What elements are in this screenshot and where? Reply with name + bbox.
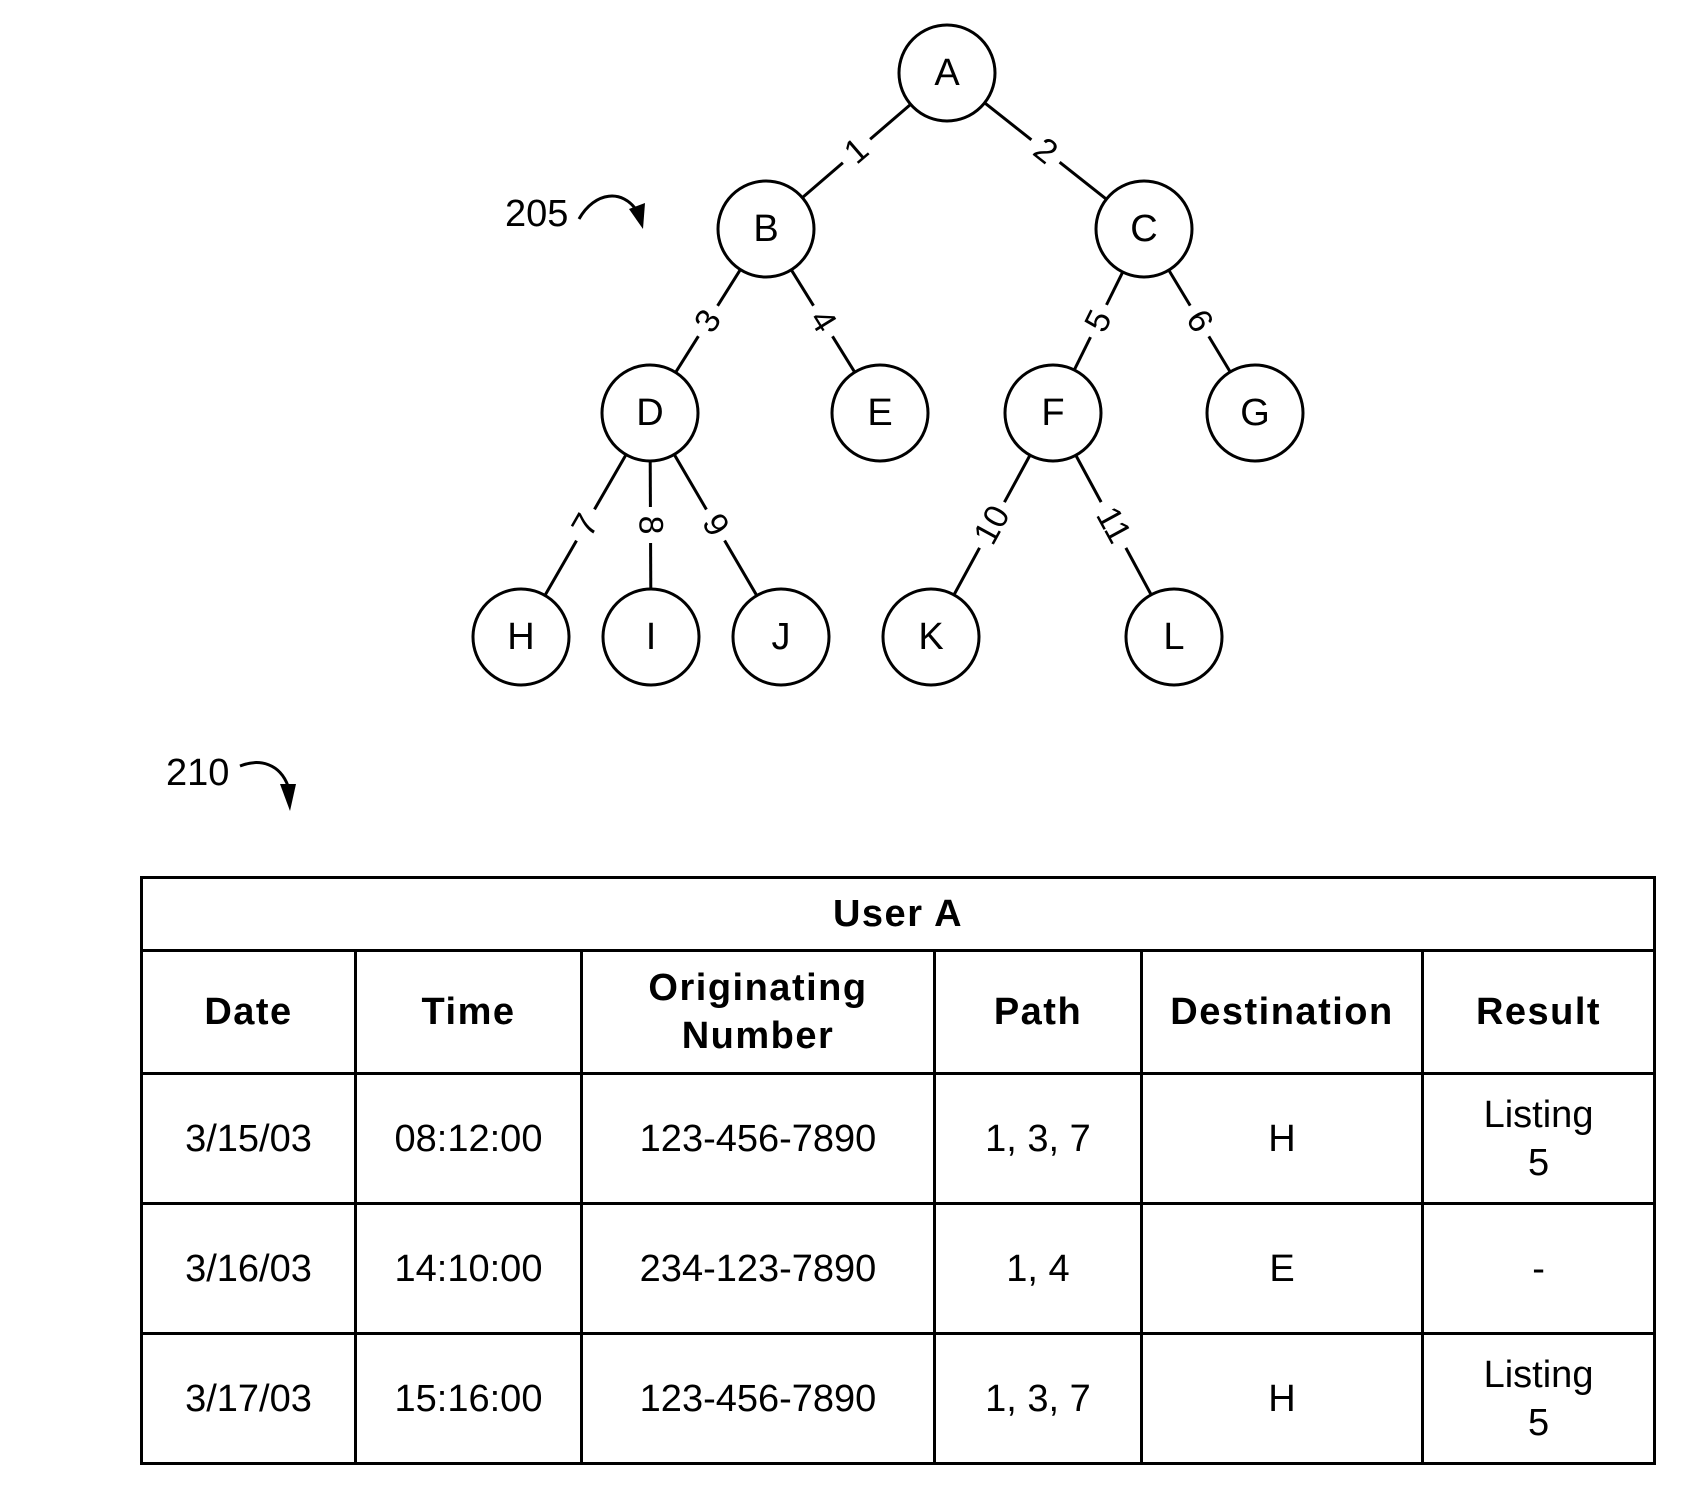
tree-node-label: K [918,616,943,658]
cell-result: Listing 5 [1420,1072,1657,1205]
tree-node-label: F [1041,392,1064,434]
cell-originating-number: 123-456-7890 [580,1332,936,1465]
table-title-row: User A [139,876,1657,952]
tree-edge-line [983,101,1033,142]
tree-node-label: C [1130,208,1157,250]
tree-edge: 1 [801,103,912,199]
tree-node-label: H [507,616,534,658]
tree-edge-line [1074,454,1103,503]
tree-edge-line [952,547,981,596]
tree-edge-line [1003,454,1032,503]
header-date: Date [140,949,357,1075]
tree-edge: 6 [1167,269,1232,373]
tree-node-l: L [1124,587,1224,687]
tree-edge-line [1207,335,1232,373]
cell-destination: H [1140,1332,1424,1465]
cell-time: 15:16:00 [354,1332,583,1465]
cell-time: 14:10:00 [354,1202,583,1335]
tree-node-j: J [731,587,831,687]
tree-edge-label: 7 [564,507,606,542]
cell-date: 3/15/03 [140,1072,357,1205]
tree-edge-line [869,103,912,141]
cell-path: 1, 3, 7 [933,1072,1143,1205]
tree-edge: 4 [790,269,856,373]
header-result: Result [1420,949,1657,1075]
tree-node-label: D [636,392,663,434]
tree-edge: 8 [631,460,670,590]
tree-node-label: I [646,616,657,658]
tree-edge-label: 2 [1026,130,1064,172]
tree-node-label: L [1163,616,1184,658]
tree-node-d: D [600,363,700,463]
tree-edge-line [1058,160,1108,201]
cell-path: 1, 4 [933,1202,1143,1335]
tree-edge: 3 [674,268,742,374]
tree-node-h: H [471,587,571,687]
tree-edge-label: 10 [966,499,1017,550]
tree-edge: 7 [543,453,628,597]
tree-node-i: I [601,587,701,687]
tree-node-b: B [716,179,816,279]
call-path-tree: 1 2 3 4 5 6 7 8 9 10 11 A B C D E F G H I J K L [471,23,1305,687]
cell-date: 3/17/03 [140,1332,357,1465]
header-path: Path [933,949,1143,1075]
tree-edge-label: 11 [1088,500,1138,549]
tree-node-e: E [830,363,930,463]
tree-edge-label: 8 [631,515,669,534]
curved-arrow-icon [239,761,296,811]
table-header-row: Date Time Originating Number Path Destin… [140,949,1657,1075]
tree-edge-label: 1 [837,130,876,171]
table-row: 3/15/03 08:12:00 123-456-7890 1, 3, 7 H … [140,1072,1657,1205]
tree-edge-line [543,539,578,597]
tree-edge: 9 [672,453,759,597]
table-row: 3/16/03 14:10:00 234-123-7890 1, 4 E - [140,1202,1657,1335]
cell-date: 3/16/03 [140,1202,357,1335]
tree-node-label: J [772,616,791,658]
tree-edge-line [672,453,708,511]
header-time: Time [354,949,583,1075]
tree-edge-line [674,335,700,374]
cell-result: - [1420,1202,1657,1335]
tree-edge: 2 [983,101,1108,201]
tree-edge-line [790,269,815,307]
tree-node-f: F [1003,363,1103,463]
table-row: 3/17/03 15:16:00 123-456-7890 1, 3, 7 H … [140,1332,1657,1465]
tree-node-c: C [1094,179,1194,279]
tree-edge-label: 5 [1077,304,1119,338]
tree-edge-line [1124,547,1153,596]
tree-node-k: K [881,587,981,687]
tree-edge: 5 [1072,271,1125,371]
cell-path: 1, 3, 7 [933,1332,1143,1465]
cell-destination: H [1140,1072,1424,1205]
tree-edge-label: 6 [1178,303,1220,339]
tree-node-label: E [867,392,892,434]
table-title: User A [139,876,1657,952]
tree-node-g: G [1205,363,1305,463]
cell-time: 08:12:00 [354,1072,583,1205]
tree-node-label: G [1240,392,1270,434]
cell-destination: E [1140,1202,1424,1335]
tree-edge-label: 4 [802,303,844,339]
tree-edge-line [593,453,628,511]
cell-result: Listing 5 [1420,1332,1657,1465]
tree-edge: 11 [1074,454,1153,596]
cell-originating-number: 123-456-7890 [580,1072,936,1205]
tree-edge-line [1072,336,1092,371]
tree-edge: 10 [952,454,1032,596]
tree-edge-label: 3 [687,303,729,339]
tree-node-label: B [753,208,778,250]
cell-originating-number: 234-123-7890 [580,1202,936,1335]
tree-node-label: A [934,52,960,94]
header-destination: Destination [1140,949,1424,1075]
tree-edge-line [723,539,759,597]
tree-edge-label: 9 [694,507,736,543]
tree-edge-line [1167,269,1192,307]
tree-node-a: A [897,23,997,123]
tree-edge-line [831,335,856,373]
header-originating-number: Originating Number [580,949,936,1075]
tree-edge-line [1105,271,1125,306]
call-log-table: User A Date Time Originating Number Path… [139,876,1657,1465]
tree-edge-line [716,268,742,307]
tree-edge-line [801,161,844,199]
